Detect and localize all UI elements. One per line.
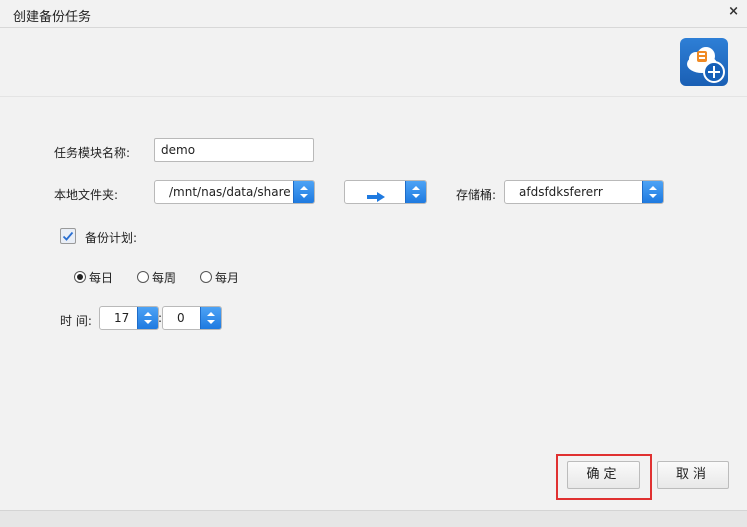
- bucket-select[interactable]: afdsfdksfererr: [504, 180, 664, 204]
- arrow-right-icon: [367, 187, 385, 203]
- footer-strip: [0, 510, 747, 527]
- minute-stepper[interactable]: 0: [162, 306, 222, 330]
- confirm-button[interactable]: 确定: [567, 461, 640, 489]
- updown-spinner-icon[interactable]: [137, 307, 158, 329]
- close-icon[interactable]: ×: [728, 4, 739, 19]
- bucket-label: 存储桶:: [456, 188, 497, 202]
- form-area: 任务模块名称: demo 本地文件夹: /mnt/nas/data/share …: [0, 97, 747, 510]
- hour-value: 17: [114, 311, 130, 325]
- cancel-button[interactable]: 取消: [657, 461, 729, 489]
- radio-daily[interactable]: [74, 271, 86, 283]
- local-folder-value: /mnt/nas/data/share: [169, 185, 291, 199]
- updown-spinner-icon[interactable]: [405, 181, 426, 203]
- title-bar: 创建备份任务 ×: [0, 0, 747, 28]
- bucket-value: afdsfdksfererr: [519, 185, 603, 199]
- direction-select[interactable]: [344, 180, 427, 204]
- minute-value: 0: [177, 311, 185, 325]
- schedule-label: 备份计划:: [85, 231, 138, 245]
- task-name-input[interactable]: demo: [154, 138, 314, 162]
- dialog-title: 创建备份任务: [13, 10, 92, 25]
- checkmark-icon: [62, 231, 74, 241]
- local-folder-select[interactable]: /mnt/nas/data/share: [154, 180, 315, 204]
- header-band: [0, 28, 747, 97]
- radio-daily-label: 每日: [89, 271, 114, 285]
- radio-monthly-label: 每月: [215, 271, 240, 285]
- updown-spinner-icon[interactable]: [200, 307, 221, 329]
- schedule-checkbox[interactable]: [60, 228, 76, 244]
- time-label: 时 间:: [60, 314, 92, 328]
- local-folder-label: 本地文件夹:: [54, 188, 119, 202]
- cloud-backup-add-icon: [680, 38, 728, 86]
- task-name-label: 任务模块名称:: [54, 146, 131, 160]
- updown-spinner-icon[interactable]: [293, 181, 314, 203]
- create-backup-dialog: 创建备份任务 × 任务模块名称: demo 本地文件夹: /mnt/nas/da…: [0, 0, 747, 527]
- hour-stepper[interactable]: 17: [99, 306, 159, 330]
- radio-weekly[interactable]: [137, 271, 149, 283]
- updown-spinner-icon[interactable]: [642, 181, 663, 203]
- radio-monthly[interactable]: [200, 271, 212, 283]
- radio-weekly-label: 每周: [152, 271, 177, 285]
